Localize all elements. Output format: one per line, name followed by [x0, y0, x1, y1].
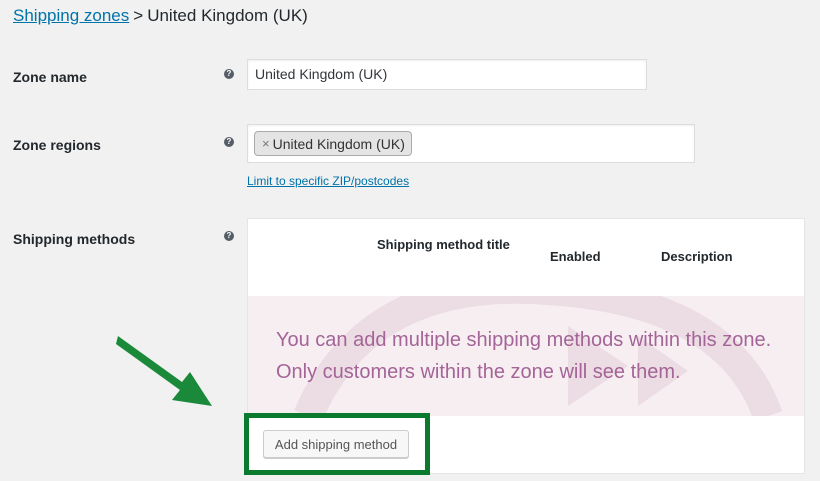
region-chip-label: United Kingdom (UK): [272, 135, 405, 152]
breadcrumb-current: United Kingdom (UK): [147, 6, 308, 25]
remove-chip-icon[interactable]: ×: [262, 136, 270, 151]
limit-postcodes-link[interactable]: Limit to specific ZIP/postcodes: [247, 174, 409, 188]
zone-name-input[interactable]: United Kingdom (UK): [247, 59, 647, 90]
column-header-title: Shipping method title: [377, 237, 510, 252]
help-icon[interactable]: ?: [224, 137, 234, 147]
zone-regions-select[interactable]: × United Kingdom (UK): [247, 124, 695, 163]
shipping-methods-label: Shipping methods: [13, 231, 136, 247]
add-shipping-method-button[interactable]: Add shipping method: [263, 430, 409, 458]
zone-name-label: Zone name: [13, 69, 87, 85]
breadcrumb-separator: >: [133, 6, 144, 25]
blank-state-message: You can add multiple shipping methods wi…: [276, 329, 772, 383]
breadcrumb: Shipping zones > United Kingdom (UK): [13, 6, 308, 26]
zone-regions-label: Zone regions: [13, 137, 101, 153]
help-icon[interactable]: ?: [224, 231, 234, 241]
blank-state: You can add multiple shipping methods wi…: [248, 296, 804, 417]
column-header-enabled: Enabled: [550, 249, 601, 264]
shipping-zones-link[interactable]: Shipping zones: [13, 6, 129, 25]
region-chip: × United Kingdom (UK): [254, 131, 412, 156]
table-footer: Add shipping method: [248, 416, 804, 473]
arrow-icon: [116, 336, 212, 406]
table-header: Shipping method title Enabled Descriptio…: [248, 219, 804, 297]
help-icon[interactable]: ?: [224, 69, 234, 79]
column-header-description: Description: [661, 249, 733, 264]
shipping-methods-table: Shipping method title Enabled Descriptio…: [247, 218, 805, 474]
